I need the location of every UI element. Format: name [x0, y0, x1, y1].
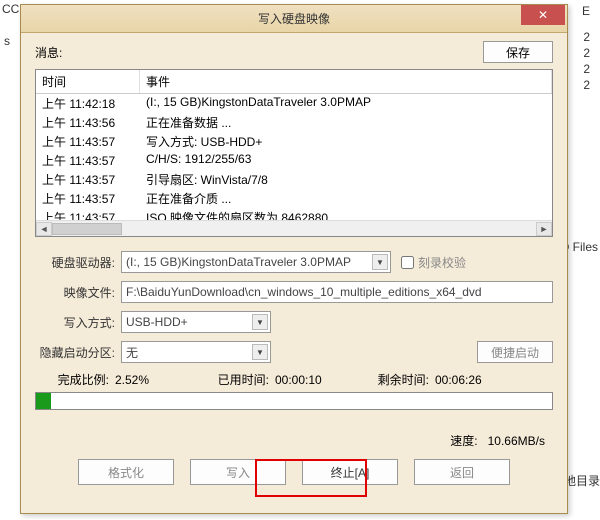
log-event: (I:, 15 GB)KingstonDataTraveler 3.0PMAP [146, 95, 546, 112]
speed-label: 速度: [450, 434, 477, 448]
scroll-track[interactable] [52, 222, 536, 236]
verify-checkbox-input[interactable] [401, 256, 414, 269]
image-path-field[interactable]: F:\BaiduYunDownload\cn_windows_10_multip… [121, 281, 553, 303]
message-label: 消息: [35, 44, 483, 61]
log-event: 写入方式: USB-HDD+ [146, 133, 546, 150]
drive-label: 硬盘驱动器: [35, 254, 121, 271]
log-row[interactable]: 上午 11:43:57写入方式: USB-HDD+ [36, 132, 552, 151]
verify-label: 刻录校验 [418, 254, 466, 271]
drive-value: (I:, 15 GB)KingstonDataTraveler 3.0PMAP [126, 255, 351, 269]
scroll-left-icon[interactable]: ◄ [36, 222, 52, 236]
dialog-window: 写入硬盘映像 ✕ 消息: 保存 时间 事件 上午 11:42:18(I:, 15… [20, 4, 568, 514]
pct-value: 2.52% [115, 373, 195, 387]
back-button[interactable]: 返回 [414, 459, 510, 485]
log-row[interactable]: 上午 11:43:57引导扇区: WinVista/7/8 [36, 170, 552, 189]
quick-boot-button[interactable]: 便捷启动 [477, 341, 553, 363]
pct-label: 完成比例: [35, 371, 115, 388]
log-header-time[interactable]: 时间 [36, 70, 140, 93]
image-label: 映像文件: [35, 284, 121, 301]
abort-button[interactable]: 终止[A] [302, 459, 398, 485]
elapsed-value: 00:00:10 [275, 373, 355, 387]
log-event: C/H/S: 1912/255/63 [146, 152, 546, 169]
bg-text: 2 [583, 30, 590, 44]
verify-checkbox[interactable]: 刻录校验 [401, 254, 466, 271]
elapsed-label: 已用时间: [195, 371, 275, 388]
log-time: 上午 11:43:57 [42, 152, 146, 169]
log-row[interactable]: 上午 11:43:57正在准备介质 ... [36, 189, 552, 208]
log-row[interactable]: 上午 11:43:57C/H/S: 1912/255/63 [36, 151, 552, 170]
progress-fill [36, 393, 51, 409]
log-event: 正在准备数据 ... [146, 114, 546, 131]
hidden-label: 隐藏启动分区: [35, 344, 121, 361]
chevron-down-icon: ▼ [372, 254, 388, 270]
window-title: 写入硬盘映像 [21, 10, 567, 27]
log-panel: 时间 事件 上午 11:42:18(I:, 15 GB)KingstonData… [35, 69, 553, 237]
log-time: 上午 11:43:56 [42, 114, 146, 131]
chevron-down-icon: ▼ [252, 344, 268, 360]
bg-text: 2 [583, 46, 590, 60]
method-label: 写入方式: [35, 314, 121, 331]
bg-text: 2 [583, 62, 590, 76]
speed-value: 10.66MB/s [488, 434, 545, 448]
log-time: 上午 11:43:57 [42, 171, 146, 188]
close-icon: ✕ [538, 8, 548, 22]
method-select[interactable]: USB-HDD+ ▼ [121, 311, 271, 333]
format-button[interactable]: 格式化 [78, 459, 174, 485]
close-button[interactable]: ✕ [521, 5, 565, 25]
hidden-value: 无 [126, 344, 138, 361]
bg-text: 2 [583, 78, 590, 92]
remain-value: 00:06:26 [435, 373, 515, 387]
log-header-event[interactable]: 事件 [140, 70, 552, 93]
bg-text: E [582, 4, 590, 18]
drive-select[interactable]: (I:, 15 GB)KingstonDataTraveler 3.0PMAP … [121, 251, 391, 273]
log-row[interactable]: 上午 11:43:56正在准备数据 ... [36, 113, 552, 132]
bg-text: CC [2, 2, 19, 16]
log-time: 上午 11:43:57 [42, 190, 146, 207]
log-time: 上午 11:43:57 [42, 133, 146, 150]
log-event: 正在准备介质 ... [146, 190, 546, 207]
log-event: 引导扇区: WinVista/7/8 [146, 171, 546, 188]
titlebar[interactable]: 写入硬盘映像 ✕ [21, 5, 567, 33]
hidden-select[interactable]: 无 ▼ [121, 341, 271, 363]
remain-label: 剩余时间: [355, 371, 435, 388]
write-button[interactable]: 写入 [190, 459, 286, 485]
scroll-right-icon[interactable]: ► [536, 222, 552, 236]
log-time: 上午 11:42:18 [42, 95, 146, 112]
method-value: USB-HDD+ [126, 315, 188, 329]
scroll-thumb[interactable] [52, 223, 122, 235]
scrollbar-horizontal[interactable]: ◄ ► [36, 220, 552, 236]
chevron-down-icon: ▼ [252, 314, 268, 330]
log-row[interactable]: 上午 11:42:18(I:, 15 GB)KingstonDataTravel… [36, 94, 552, 113]
bg-text: s [4, 34, 10, 48]
progress-bar [35, 392, 553, 410]
save-button[interactable]: 保存 [483, 41, 553, 63]
image-path-value: F:\BaiduYunDownload\cn_windows_10_multip… [126, 285, 482, 299]
log-body[interactable]: 上午 11:42:18(I:, 15 GB)KingstonDataTravel… [36, 94, 552, 222]
